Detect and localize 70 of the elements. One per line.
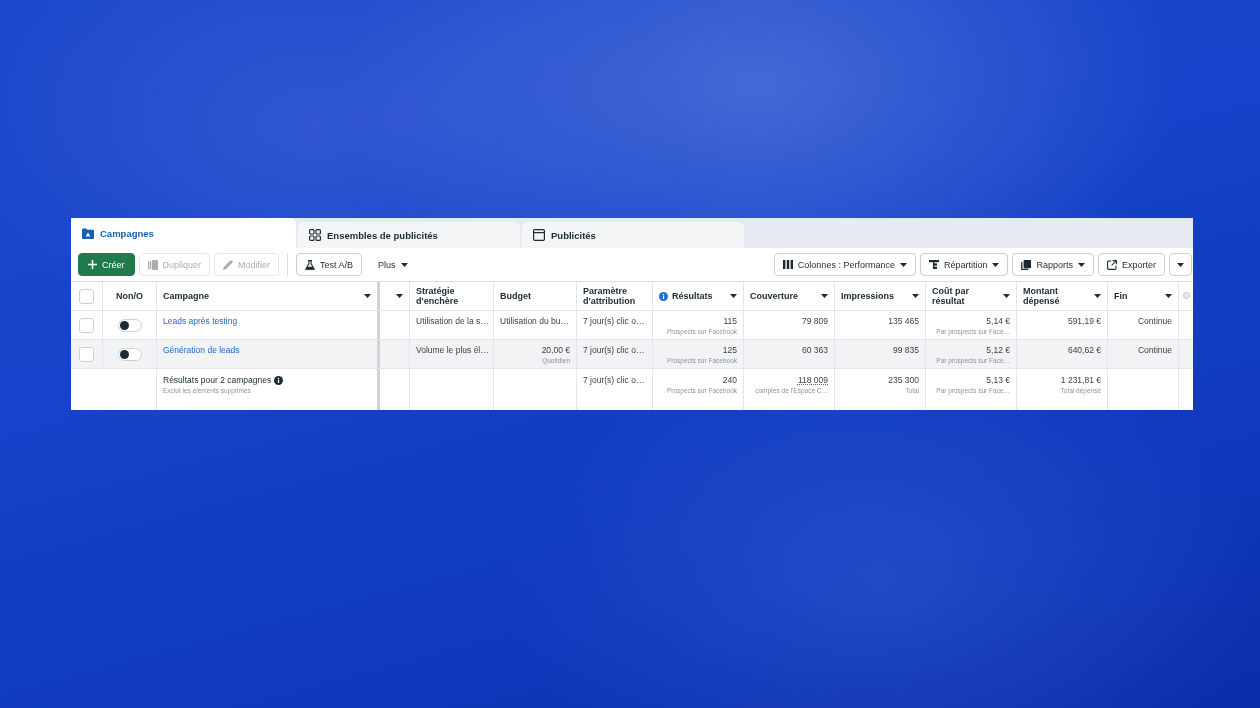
table-cell: 7 jour(s) clic o…	[577, 311, 653, 339]
table-cell: Volume le plus él…	[410, 340, 494, 368]
flask-icon	[305, 259, 316, 270]
toolbar-button[interactable]: Test A/B	[296, 253, 363, 276]
toggle-switch[interactable]	[117, 347, 142, 361]
tab[interactable]: Ensembles de publicités	[298, 222, 520, 248]
column-header[interactable]: Non/O	[103, 282, 157, 310]
circle-icon	[1183, 292, 1190, 299]
caret-icon	[899, 262, 907, 267]
table-cell: Utilisation de la s…	[410, 311, 494, 339]
plus-icon	[88, 260, 97, 269]
cell-value: 235 300	[888, 375, 919, 385]
columns-icon	[782, 260, 793, 269]
dropdown-button[interactable]	[1169, 253, 1192, 276]
campaign-link[interactable]: Génération de leads	[163, 345, 371, 355]
table-cell: 7 jour(s) clic o…	[577, 340, 653, 368]
breakdown-icon	[928, 260, 939, 269]
checkbox[interactable]	[79, 346, 94, 362]
summary-title: Résultats pour 2 campagnes	[163, 375, 272, 385]
dropdown-button[interactable]: Rapports	[1012, 253, 1094, 276]
checkbox[interactable]	[79, 288, 94, 304]
cell-value: 125	[722, 345, 737, 355]
grid-icon	[309, 229, 321, 241]
column-header[interactable]: Couverture	[744, 282, 835, 310]
cell-value: 240	[722, 375, 737, 385]
table-cell: 640,62 €	[1017, 340, 1108, 368]
table-cell: 135 465	[835, 311, 926, 339]
menu-button[interactable]: Plus	[372, 253, 414, 276]
column-header[interactable]: Impressions	[835, 282, 926, 310]
campaign-link[interactable]: Leads après testing	[163, 316, 371, 326]
table-cell: 60 363	[744, 340, 835, 368]
create-button[interactable]: Créer	[78, 253, 135, 276]
checkbox[interactable]	[79, 317, 94, 333]
column-header[interactable]: Montant dépensé	[1017, 282, 1108, 310]
dropdown-button[interactable]: Colonnes : Performance	[773, 253, 916, 276]
cell-value: 20,00 €	[541, 345, 570, 355]
column-header[interactable]: Paramètre d'attribution	[577, 282, 653, 310]
column-header[interactable]: Budget	[494, 282, 577, 310]
toolbar-button[interactable]: Exporter	[1098, 253, 1165, 276]
caret-icon	[1177, 262, 1184, 267]
cell-value: 5,14 €	[986, 316, 1010, 326]
column-header[interactable]: Stratégie d'enchère	[410, 282, 494, 310]
dropdown-button[interactable]: Répartition	[919, 253, 1009, 276]
folder-icon	[82, 227, 94, 239]
column-header[interactable]: Coût par résultat	[926, 282, 1017, 310]
export-icon	[1107, 259, 1117, 270]
tab[interactable]: Publicités	[522, 222, 744, 248]
cell-value: 118 009	[797, 375, 828, 385]
toggle-switch[interactable]	[117, 318, 142, 332]
pencil-icon	[223, 259, 234, 270]
tab[interactable]: Campagnes	[71, 218, 296, 248]
cell-value: 5,12 €	[986, 345, 1010, 355]
table-cell: 591,19 €	[1017, 311, 1108, 339]
table-cell: 99 835	[835, 340, 926, 368]
caret-icon	[1078, 262, 1085, 267]
cell-value: 115	[723, 316, 737, 326]
table-cell: 7 jour(s) clic o…	[577, 369, 653, 410]
column-header[interactable]: Résultats	[653, 282, 744, 310]
window-icon	[533, 229, 545, 241]
table-cell: Utilisation du bu…	[494, 311, 577, 339]
column-header[interactable]: Fin	[1108, 282, 1179, 310]
caret-icon	[992, 262, 1000, 267]
copy-icon	[147, 259, 158, 270]
cell-value: 5,13 €	[986, 375, 1010, 385]
caret-icon	[400, 262, 408, 267]
table-cell: 79 809	[744, 311, 835, 339]
cell-value: 1 231,81 €	[1060, 375, 1101, 385]
table-cell: Continue	[1108, 340, 1179, 368]
table-cell: Continue	[1108, 311, 1179, 339]
reports-icon	[1021, 259, 1032, 270]
